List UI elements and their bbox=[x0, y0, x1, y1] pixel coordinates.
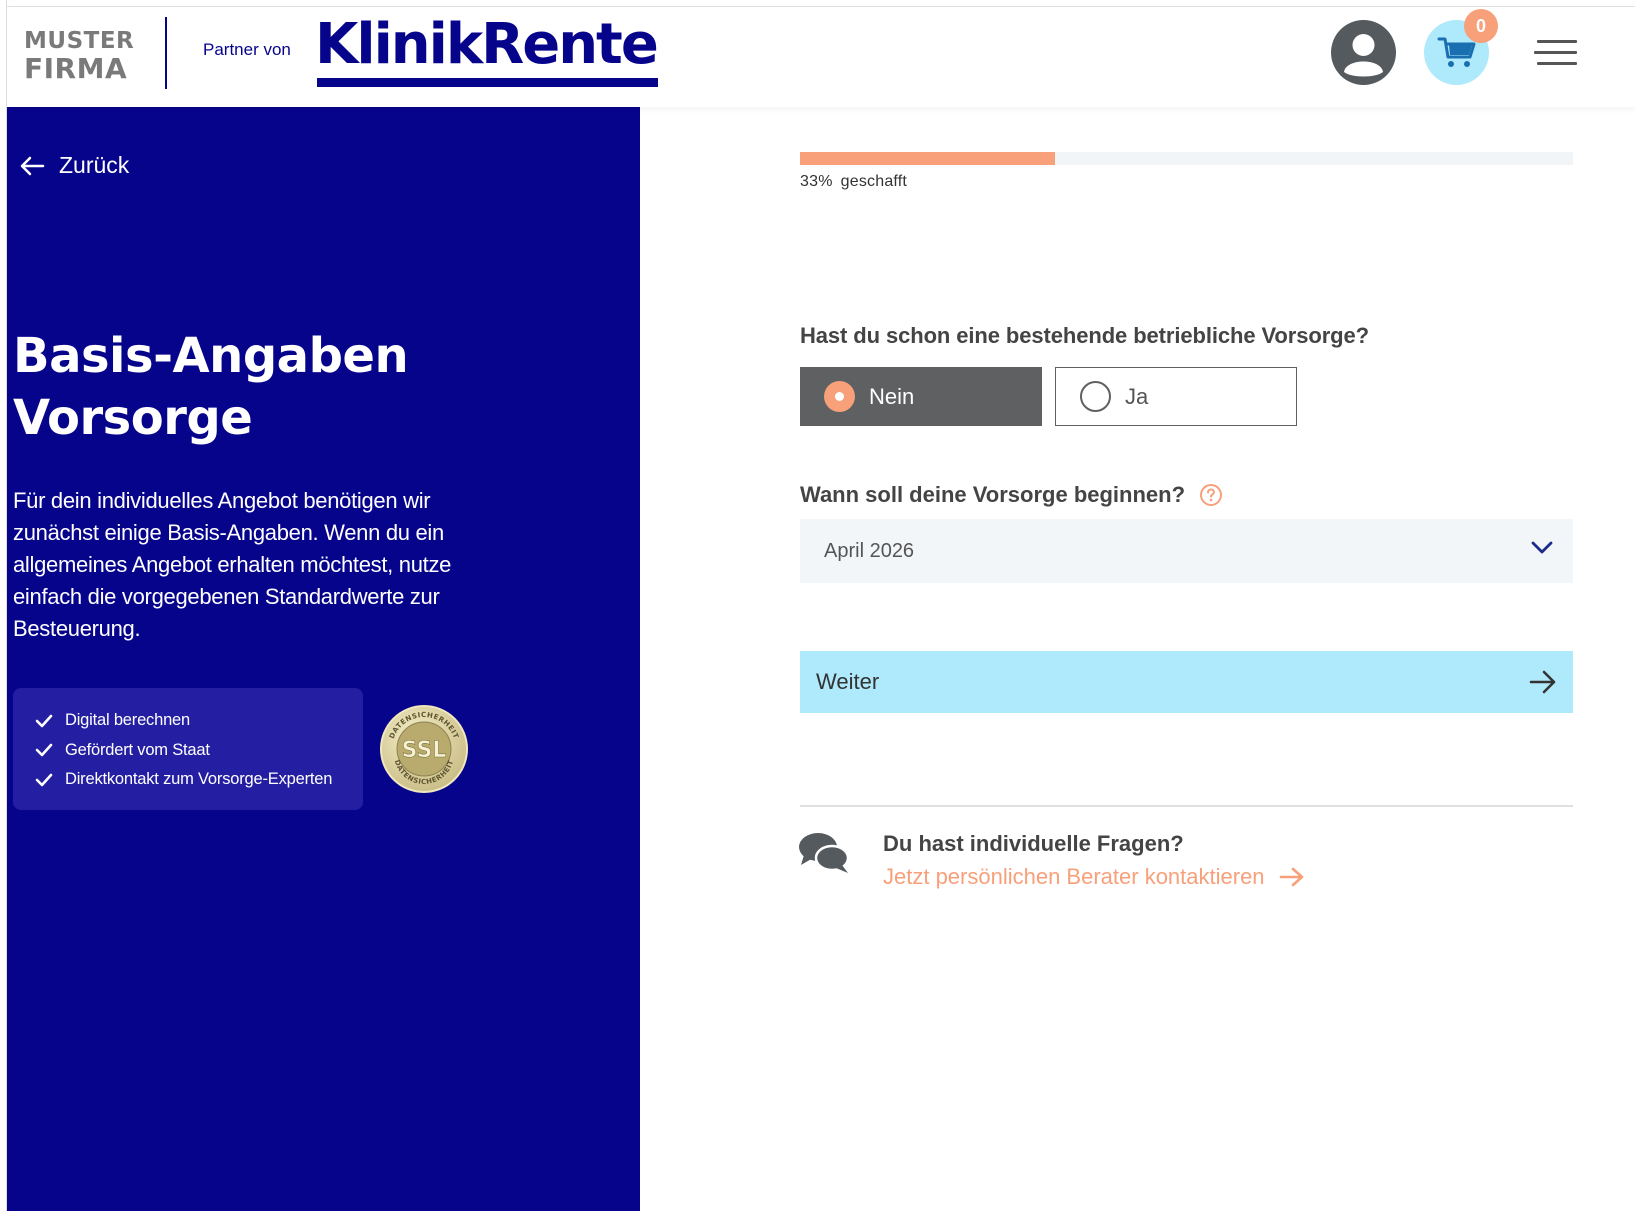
next-button-label: Weiter bbox=[816, 669, 880, 694]
radio-option-ja[interactable]: Ja bbox=[1055, 367, 1297, 426]
arrow-right-icon bbox=[1529, 670, 1556, 694]
feature-item-label: Gefördert vom Staat bbox=[65, 740, 210, 759]
checkmark-icon bbox=[35, 714, 53, 728]
radio-checked-icon bbox=[824, 381, 855, 412]
arrow-right-icon bbox=[1279, 867, 1303, 887]
progress-bar bbox=[800, 152, 1573, 165]
chat-bubbles-icon bbox=[799, 833, 850, 873]
checkmark-icon bbox=[35, 773, 53, 787]
brand-logo-underline bbox=[317, 78, 658, 87]
company-logo[interactable]: MUSTER FIRMA bbox=[24, 27, 135, 85]
start-date-select-value: April 2026 bbox=[824, 539, 915, 562]
question-start-date: Wann soll deine Vorsorge beginnen? bbox=[800, 482, 1223, 508]
hamburger-menu-icon bbox=[1537, 62, 1577, 65]
company-logo-line1: MUSTER bbox=[24, 28, 135, 54]
arrow-left-icon bbox=[20, 156, 45, 175]
section-divider bbox=[800, 805, 1573, 807]
profile-button[interactable] bbox=[1331, 20, 1396, 85]
chevron-down-icon bbox=[1531, 541, 1553, 554]
info-panel: Zurück Basis-Angaben Vorsorge Für dein i… bbox=[7, 107, 640, 1211]
partner-label: Partner von bbox=[203, 40, 291, 59]
ssl-seal-icon: DATENSICHERHEIT DATENSICHERHEIT SSL bbox=[380, 705, 468, 793]
feature-item: Direktkontakt zum Vorsorge-Experten bbox=[35, 765, 363, 795]
ssl-seal-center: SSL bbox=[402, 738, 447, 763]
user-icon bbox=[1344, 34, 1383, 77]
browser-top-edge bbox=[0, 0, 1635, 7]
site-header: MUSTER FIRMA Partner von KlinikRente 0 bbox=[7, 7, 1635, 107]
contact-advisor-link[interactable]: Jetzt persönlichen Berater kontaktieren bbox=[883, 864, 1305, 890]
feature-item-label: Direktkontakt zum Vorsorge-Experten bbox=[65, 770, 333, 789]
back-link-label: Zurück bbox=[59, 152, 130, 178]
feature-item: Gefördert vom Staat bbox=[35, 736, 363, 766]
header-divider bbox=[165, 17, 167, 89]
back-link[interactable]: Zurück bbox=[19, 152, 129, 179]
browser-left-edge bbox=[0, 0, 7, 1211]
contact-question: Du hast individuelle Fragen? bbox=[883, 831, 1184, 856]
hamburger-menu-icon bbox=[1534, 51, 1577, 54]
page-title: Basis-Angaben Vorsorge bbox=[13, 325, 633, 449]
progress-label: 33% geschafft bbox=[800, 173, 907, 191]
radio-option-label: Nein bbox=[869, 383, 915, 409]
start-date-select[interactable]: April 2026 bbox=[800, 519, 1573, 583]
company-logo-line2: FIRMA bbox=[24, 52, 128, 85]
brand-logo[interactable]: KlinikRente bbox=[315, 13, 659, 77]
question-existing-pension: Hast du schon eine bestehende betrieblic… bbox=[800, 323, 1369, 348]
radio-option-label: Ja bbox=[1125, 383, 1149, 409]
question-start-date-label: Wann soll deine Vorsorge beginnen? bbox=[800, 482, 1186, 507]
checkmark-icon bbox=[35, 743, 53, 757]
question-circle-icon[interactable] bbox=[1199, 483, 1223, 507]
progress-percent: 33% bbox=[800, 173, 833, 190]
hamburger-menu-icon bbox=[1537, 40, 1577, 43]
feature-item-label: Digital berechnen bbox=[65, 711, 191, 730]
page-title-line2: Vorsorge bbox=[13, 390, 253, 446]
menu-button[interactable] bbox=[1534, 35, 1580, 71]
intro-text: Für dein individuelles Angebot benötigen… bbox=[13, 488, 452, 641]
radio-option-nein[interactable]: Nein bbox=[800, 367, 1042, 426]
progress-bar-fill bbox=[800, 152, 1056, 165]
page-title-line1: Basis-Angaben bbox=[13, 328, 409, 384]
feature-list: Digital berechnen Gefördert vom Staat Di… bbox=[13, 688, 363, 810]
feature-item: Digital berechnen bbox=[35, 706, 363, 736]
radio-unchecked-icon bbox=[1080, 381, 1111, 412]
progress-suffix: geschafft bbox=[840, 173, 908, 190]
next-button[interactable]: Weiter bbox=[800, 651, 1573, 713]
cart-count-badge: 0 bbox=[1464, 9, 1498, 43]
contact-advisor-link-label: Jetzt persönlichen Berater kontaktieren bbox=[883, 864, 1265, 889]
